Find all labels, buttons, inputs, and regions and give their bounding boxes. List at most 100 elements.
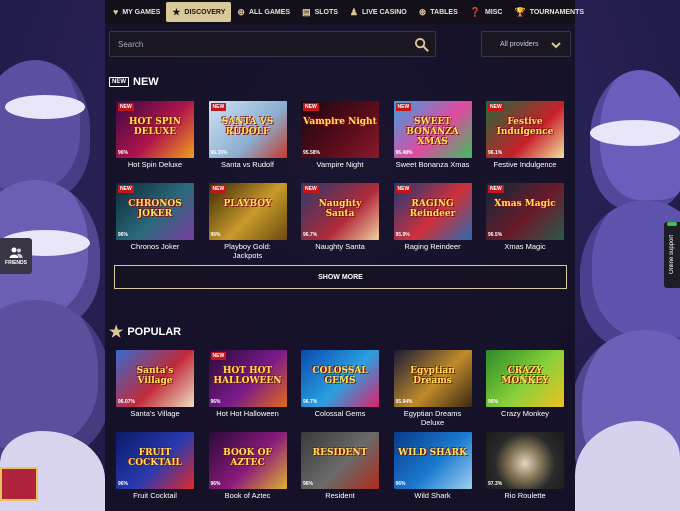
game-tile[interactable]: Vampire Night NEW 95.58% Vampire Night: [301, 101, 379, 180]
game-title[interactable]: Xmas Magic: [486, 242, 564, 262]
game-title[interactable]: Vampire Night: [301, 160, 379, 180]
game-art-title: Festive Indulgence: [496, 117, 554, 137]
rtp-badge: 96%: [488, 399, 499, 405]
game-tile[interactable]: Festive Indulgence NEW 96.1% Festive Indulg…: [486, 101, 564, 180]
game-thumbnail[interactable]: SANTA VS RUDOLF NEW 96.35%: [208, 101, 287, 158]
online-support-tab[interactable]: Online support: [664, 222, 680, 288]
game-title[interactable]: Playboy Gold: Jackpots: [209, 242, 287, 262]
game-thumbnail[interactable]: HOT HOT HALLOWEEN NEW 96%: [208, 350, 287, 407]
game-thumbnail[interactable]: CRAZY MONKEY 96%: [486, 350, 564, 407]
rtp-badge: 96%: [210, 399, 221, 405]
game-tile[interactable]: 97.3% Rio Roulette: [486, 432, 564, 511]
game-title[interactable]: Crazy Monkey: [486, 409, 564, 429]
game-art-title: CHRONOS JOKER: [128, 199, 182, 219]
show-more-button[interactable]: SHOW MORE: [114, 265, 567, 289]
rtp-badge: 95.58%: [303, 150, 320, 156]
game-thumbnail[interactable]: Naughty Santa NEW 96.7%: [301, 183, 379, 240]
section-heading: POPULAR: [127, 326, 182, 338]
game-art-title: FRUIT COCKTAIL: [128, 448, 182, 468]
game-tile[interactable]: RESIDENT 96% Resident: [301, 432, 379, 511]
new-badge: NEW: [118, 185, 134, 193]
game-title[interactable]: Colossal Gems: [301, 409, 379, 429]
providers-label: All providers: [500, 40, 539, 48]
game-thumbnail[interactable]: Vampire Night NEW 95.58%: [301, 101, 379, 158]
game-thumbnail[interactable]: PLAYBOY NEW 96%: [208, 183, 287, 240]
rtp-badge: 95.9%: [395, 232, 410, 238]
game-thumbnail[interactable]: Xmas Magic NEW 96.5%: [486, 183, 564, 240]
game-title[interactable]: Sweet Bonanza Xmas: [394, 160, 472, 180]
game-tile[interactable]: RAGING Reindeer NEW 95.9% Raging Reindeer: [393, 183, 472, 262]
game-tile[interactable]: Santa's Village 96.07% Santa's Village: [116, 350, 194, 429]
game-thumbnail[interactable]: Egyptian Dreams 95.94%: [393, 350, 472, 407]
rtp-badge: 96%: [118, 232, 129, 238]
section-title-popular: ★ POPULAR: [109, 322, 181, 342]
game-title[interactable]: Raging Reindeer: [394, 242, 472, 262]
game-title[interactable]: Egyptian Dreams Deluxe: [394, 409, 472, 429]
game-tile[interactable]: BOOK OF AZTEC 96% Book of Aztec: [208, 432, 287, 511]
support-status-dot: [667, 222, 677, 226]
nav-item-misc[interactable]: ❓ MISC: [464, 2, 509, 22]
game-art-title: Santa's Village: [136, 366, 174, 386]
game-art-title: SWEET BONANZA XMAS: [406, 117, 459, 147]
nav-item-label: MY GAMES: [122, 8, 161, 16]
game-tile[interactable]: FRUIT COCKTAIL 96% Fruit Cocktail: [116, 432, 194, 511]
game-thumbnail[interactable]: HOT SPIN DELUXE NEW 96%: [116, 101, 194, 158]
game-title[interactable]: Wild Shark: [394, 491, 472, 511]
game-tile[interactable]: SANTA VS RUDOLF NEW 96.35% Santa vs Rudolf: [208, 101, 287, 180]
search-icon[interactable]: [414, 37, 429, 52]
game-thumbnail[interactable]: RAGING Reindeer NEW 95.9%: [393, 183, 472, 240]
game-tile[interactable]: CRAZY MONKEY 96% Crazy Monkey: [486, 350, 564, 429]
game-thumbnail[interactable]: Santa's Village 96.07%: [116, 350, 194, 407]
rtp-badge: 96.07%: [118, 399, 135, 405]
game-tile[interactable]: COLOSSAL GEMS 96.7% Colossal Gems: [301, 350, 379, 429]
game-title[interactable]: Festive Indulgence: [486, 160, 564, 180]
nav-item-tournaments[interactable]: 🏆 TOURNAMENTS: [508, 2, 590, 22]
game-title[interactable]: Hot Hot Halloween: [209, 409, 287, 429]
rtp-badge: 96%: [303, 481, 314, 487]
new-badge: NEW: [210, 185, 227, 193]
game-thumbnail[interactable]: WILD SHARK 96%: [393, 432, 472, 489]
game-title[interactable]: Resident: [301, 491, 379, 511]
game-art-title: PLAYBOY: [223, 199, 272, 209]
nav-item-live-casino[interactable]: ♟ LIVE CASINO: [344, 2, 413, 22]
providers-select[interactable]: All providers: [481, 31, 571, 57]
search-input[interactable]: [118, 39, 398, 49]
game-tile[interactable]: WILD SHARK 96% Wild Shark: [393, 432, 472, 511]
nav-item-slots[interactable]: ▤ SLOTS: [296, 2, 344, 22]
game-thumbnail[interactable]: 97.3%: [486, 432, 564, 489]
game-title[interactable]: Santa's Village: [116, 409, 194, 429]
friends-button[interactable]: FRIENDS: [0, 238, 32, 274]
game-thumbnail[interactable]: SWEET BONANZA XMAS NEW 96.48%: [393, 101, 472, 158]
game-title[interactable]: Fruit Cocktail: [116, 491, 194, 511]
game-tile[interactable]: SWEET BONANZA XMAS NEW 96.48% Sweet Bonanza…: [393, 101, 472, 180]
nav-item-tables[interactable]: ⊛ TABLES: [413, 2, 464, 22]
game-tile[interactable]: CHRONOS JOKER NEW 96% Chronos Joker: [116, 183, 194, 262]
game-tile[interactable]: Egyptian Dreams 95.94% Egyptian Dreams Del…: [393, 350, 472, 429]
game-title[interactable]: Book of Aztec: [209, 491, 287, 511]
game-title[interactable]: Rio Roulette: [486, 491, 564, 511]
game-art-title: Naughty Santa: [318, 199, 362, 219]
game-title[interactable]: Santa vs Rudolf: [209, 160, 287, 180]
nav-item-my-games[interactable]: ♥ MY GAMES: [107, 2, 166, 22]
game-title[interactable]: Chronos Joker: [116, 242, 194, 262]
nav-item-all-games[interactable]: ⊕ ALL GAMES: [231, 2, 296, 22]
game-title[interactable]: Hot Spin Deluxe: [116, 160, 194, 180]
star-icon: ★: [172, 6, 181, 17]
game-thumbnail[interactable]: BOOK OF AZTEC 96%: [208, 432, 287, 489]
game-thumbnail[interactable]: FRUIT COCKTAIL 96%: [116, 432, 194, 489]
rtp-badge: 96%: [210, 481, 221, 487]
game-title[interactable]: Naughty Santa: [301, 242, 379, 262]
game-thumbnail[interactable]: CHRONOS JOKER NEW 96%: [116, 183, 194, 240]
game-tile[interactable]: HOT SPIN DELUXE NEW 96% Hot Spin Deluxe: [116, 101, 194, 180]
nav-item-discovery[interactable]: ★ DISCOVERY: [166, 2, 232, 22]
game-thumbnail[interactable]: Festive Indulgence NEW 96.1%: [486, 101, 564, 158]
game-tile[interactable]: PLAYBOY NEW 96% Playboy Gold: Jackpots: [208, 183, 287, 262]
game-thumbnail[interactable]: RESIDENT 96%: [301, 432, 379, 489]
game-tile[interactable]: HOT HOT HALLOWEEN NEW 96% Hot Hot Halloween: [208, 350, 287, 429]
game-thumbnail[interactable]: COLOSSAL GEMS 96.7%: [301, 350, 379, 407]
new-badge: NEW: [395, 185, 412, 193]
game-art-title: Egyptian Dreams: [410, 366, 455, 386]
game-tile[interactable]: Xmas Magic NEW 96.5% Xmas Magic: [486, 183, 564, 262]
new-badge: NEW: [488, 103, 504, 111]
game-tile[interactable]: Naughty Santa NEW 96.7% Naughty Santa: [301, 183, 379, 262]
